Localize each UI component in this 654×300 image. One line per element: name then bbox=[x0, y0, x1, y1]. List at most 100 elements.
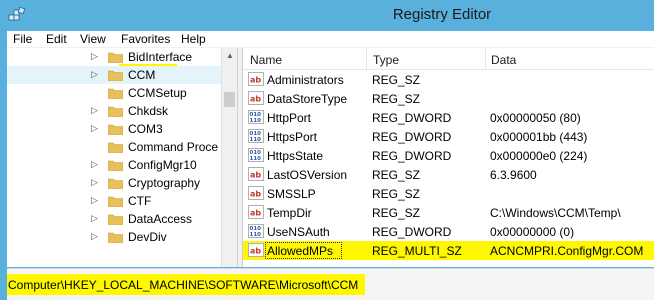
tree-item-com3[interactable]: ▷ COM3 bbox=[7, 120, 225, 138]
value-name: LastOSVersion bbox=[267, 168, 348, 182]
expand-arrow-icon[interactable]: ▷ bbox=[91, 213, 98, 224]
value-name: DataStoreType bbox=[267, 92, 348, 106]
title-bar: Registry Editor bbox=[0, 0, 654, 31]
dword-value-icon: 010110 bbox=[248, 224, 264, 238]
dword-value-icon: 010110 bbox=[248, 129, 264, 143]
value-data: 0x00000000 (0) bbox=[490, 225, 575, 239]
svg-text:ab: ab bbox=[250, 171, 261, 180]
expand-arrow-icon[interactable]: ▷ bbox=[91, 69, 98, 80]
folder-icon bbox=[108, 70, 123, 81]
column-header-data[interactable]: Data bbox=[491, 53, 516, 67]
value-row-tempdir[interactable]: ab TempDir REG_SZ C:\Windows\CCM\Temp\ bbox=[243, 203, 654, 222]
tree-item-configmgr10[interactable]: ▷ ConfigMgr10 bbox=[7, 156, 225, 174]
tree-item-devdiv[interactable]: ▷ DevDiv bbox=[7, 228, 225, 246]
menu-file[interactable]: File bbox=[13, 32, 32, 46]
tree-vertical-scrollbar[interactable]: ▲ bbox=[221, 48, 237, 267]
tree-item-ctf[interactable]: ▷ CTF bbox=[7, 192, 225, 210]
menu-favorites[interactable]: Favorites bbox=[121, 32, 170, 46]
expand-arrow-icon[interactable]: ▷ bbox=[91, 159, 98, 170]
folder-icon bbox=[108, 214, 123, 225]
value-row-httpsstate[interactable]: 010 110 HttpsState REG_DWORD 0x000000e0 (… bbox=[243, 146, 654, 165]
tree-item-label: Chkdsk bbox=[128, 104, 169, 118]
current-key-path: Computer\HKEY_LOCAL_MACHINE\SOFTWARE\Mic… bbox=[8, 278, 359, 292]
tree-item-command-processor[interactable]: Command Proce bbox=[7, 138, 225, 156]
tree-item-chkdsk[interactable]: ▷ Chkdsk bbox=[7, 102, 225, 120]
value-type: REG_DWORD bbox=[372, 130, 452, 144]
string-value-icon: ab bbox=[248, 72, 264, 86]
expand-arrow-icon[interactable]: ▷ bbox=[91, 195, 98, 206]
tree-item-label: ConfigMgr10 bbox=[128, 158, 197, 172]
value-type: REG_SZ bbox=[372, 187, 421, 201]
value-row-httpsport[interactable]: 010 110 HttpsPort REG_DWORD 0x000001bb (4… bbox=[243, 127, 654, 146]
svg-text:ab: ab bbox=[250, 76, 261, 85]
svg-text:ab: ab bbox=[250, 95, 261, 104]
tree-item-label: Command Proce bbox=[128, 140, 219, 154]
value-row-smsslp[interactable]: ab SMSSLP REG_SZ bbox=[243, 184, 654, 203]
svg-text:110: 110 bbox=[250, 137, 262, 143]
editor-frame: ▷ BidInterface ▷ CCM CCMSetup ▷ Chkdsk ▷… bbox=[7, 48, 654, 267]
tree-item-label: COM3 bbox=[128, 122, 163, 136]
value-type: REG_DWORD bbox=[372, 149, 452, 163]
value-row-allowedmps[interactable]: ab AllowedMPs REG_MULTI_SZ ACNCMPRI.Conf… bbox=[243, 241, 654, 260]
value-name: SMSSLP bbox=[267, 187, 316, 201]
tree-item-label: CTF bbox=[128, 194, 152, 208]
string-value-icon: ab bbox=[248, 205, 264, 219]
expand-arrow-icon[interactable]: ▷ bbox=[91, 105, 98, 116]
value-data: ACNCMPRI.ConfigMgr.COM bbox=[490, 244, 644, 258]
value-name: TempDir bbox=[267, 206, 312, 220]
tree-item-bidinterface[interactable]: ▷ BidInterface bbox=[7, 48, 225, 66]
string-value-icon: ab bbox=[248, 186, 264, 200]
tree-item-label: DataAccess bbox=[128, 212, 193, 226]
value-row-datastoretype[interactable]: ab DataStoreType REG_SZ bbox=[243, 89, 654, 108]
menu-view[interactable]: View bbox=[80, 32, 106, 46]
string-value-icon: ab bbox=[248, 243, 264, 257]
tree-item-cryptography[interactable]: ▷ Cryptography bbox=[7, 174, 225, 192]
folder-icon bbox=[108, 196, 123, 207]
folder-icon bbox=[108, 232, 123, 243]
value-name: UseNSAuth bbox=[267, 225, 330, 239]
tree-item-ccmsetup[interactable]: CCMSetup bbox=[7, 84, 225, 102]
dword-value-icon: 010110 bbox=[248, 148, 264, 162]
menu-bar: File Edit View Favorites Help bbox=[7, 31, 654, 48]
value-type: REG_SZ bbox=[372, 206, 421, 220]
value-row-usensauth[interactable]: 010 110 UseNSAuth REG_DWORD 0x00000000 (0… bbox=[243, 222, 654, 241]
tree-item-label: CCMSetup bbox=[128, 86, 187, 100]
menu-help[interactable]: Help bbox=[181, 32, 206, 46]
value-type: REG_SZ bbox=[372, 168, 421, 182]
tree-item-dataaccess[interactable]: ▷ DataAccess bbox=[7, 210, 225, 228]
column-header-name[interactable]: Name bbox=[250, 53, 282, 67]
value-type: REG_SZ bbox=[372, 73, 421, 87]
folder-icon bbox=[108, 88, 123, 99]
folder-icon bbox=[108, 142, 123, 153]
value-type: REG_DWORD bbox=[372, 225, 452, 239]
expand-arrow-icon[interactable]: ▷ bbox=[91, 123, 98, 134]
tree-item-label: CCM bbox=[128, 68, 156, 82]
menu-edit[interactable]: Edit bbox=[46, 32, 67, 46]
value-name: HttpsState bbox=[267, 149, 324, 163]
folder-icon bbox=[108, 52, 123, 63]
tree-item-label: Cryptography bbox=[128, 176, 201, 190]
value-row-lastosversion[interactable]: ab LastOSVersion REG_SZ 6.3.9600 bbox=[243, 165, 654, 184]
scroll-up-arrow-icon[interactable]: ▲ bbox=[226, 51, 234, 60]
dword-value-icon: 010110 bbox=[248, 110, 264, 124]
expand-arrow-icon[interactable]: ▷ bbox=[91, 51, 98, 62]
svg-text:110: 110 bbox=[250, 118, 262, 124]
value-data: 0x00000050 (80) bbox=[490, 111, 581, 125]
tree-item-ccm[interactable]: ▷ CCM bbox=[7, 66, 225, 84]
values-list-pane[interactable]: Name Type Data ab Administrators REG_SZ … bbox=[243, 48, 654, 267]
column-divider[interactable] bbox=[366, 48, 367, 70]
value-type: REG_DWORD bbox=[372, 111, 452, 125]
column-header-type[interactable]: Type bbox=[373, 53, 399, 67]
value-row-httpport[interactable]: 010 110 HttpPort REG_DWORD 0x00000050 (80… bbox=[243, 108, 654, 127]
svg-text:ab: ab bbox=[250, 209, 261, 218]
expand-arrow-icon[interactable]: ▷ bbox=[91, 231, 98, 242]
value-name: HttpsPort bbox=[267, 130, 318, 144]
expand-arrow-icon[interactable]: ▷ bbox=[91, 177, 98, 188]
folder-icon bbox=[108, 124, 123, 135]
value-row-administrators[interactable]: ab Administrators REG_SZ bbox=[243, 70, 654, 89]
column-divider[interactable] bbox=[485, 48, 486, 70]
value-name: Administrators bbox=[267, 73, 344, 87]
window-title: Registry Editor bbox=[392, 6, 492, 23]
scrollbar-thumb[interactable] bbox=[224, 92, 235, 107]
key-tree-pane[interactable]: ▷ BidInterface ▷ CCM CCMSetup ▷ Chkdsk ▷… bbox=[7, 48, 237, 267]
